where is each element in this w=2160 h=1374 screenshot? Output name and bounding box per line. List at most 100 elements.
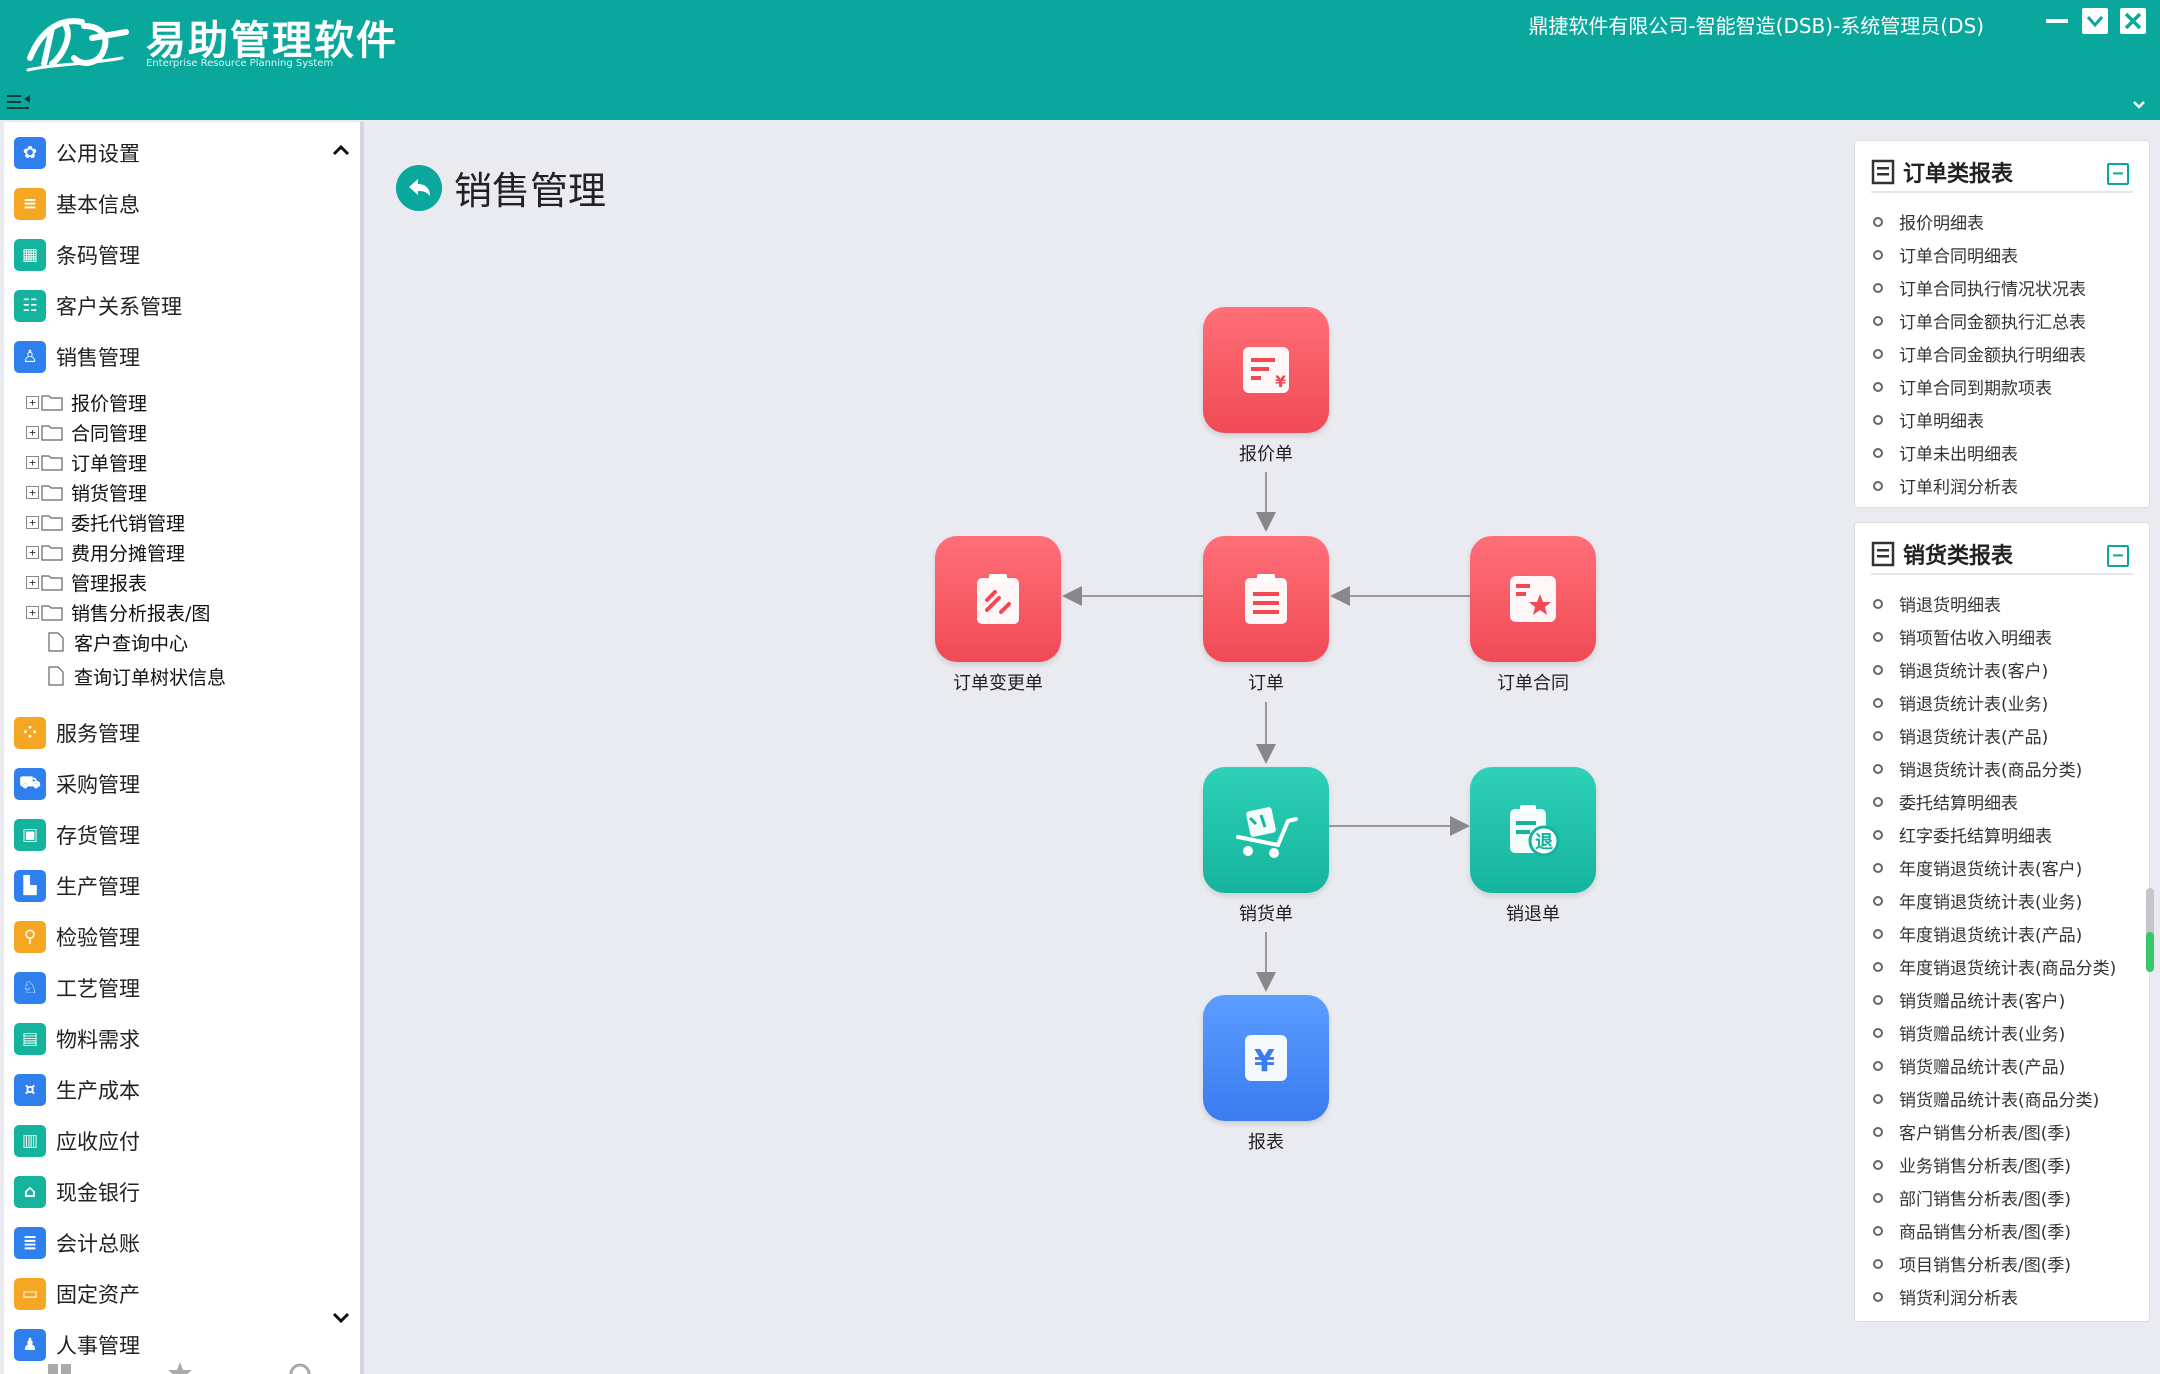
- report-link[interactable]: 商品销售分析表/图(季): [1873, 1214, 2116, 1247]
- report-link-label: 订单合同明细表: [1899, 247, 2018, 267]
- sidebar-item-barcode[interactable]: ▦ 条码管理: [14, 236, 140, 274]
- tree-item-management-reports[interactable]: + 管理报表: [26, 567, 147, 597]
- tree-item-quotation[interactable]: + 报价管理: [26, 387, 147, 417]
- flow-node-order-change[interactable]: [935, 536, 1061, 662]
- sidebar-item-cash-bank[interactable]: ⌂ 现金银行: [14, 1173, 140, 1211]
- sidebar-item-material[interactable]: ▤ 物料需求: [14, 1020, 140, 1058]
- report-link[interactable]: 销货赠品统计表(业务): [1873, 1016, 2116, 1049]
- chevron-down-icon[interactable]: [332, 1312, 350, 1324]
- sidebar-item-hr[interactable]: ♟ 人事管理: [14, 1326, 140, 1364]
- chevron-down-icon[interactable]: [2132, 100, 2146, 110]
- search-icon[interactable]: [286, 1362, 314, 1374]
- collapse-button[interactable]: [2107, 163, 2129, 185]
- report-link[interactable]: 红字委托结算明细表: [1873, 818, 2116, 851]
- sidebar-item-process[interactable]: ♘ 工艺管理: [14, 969, 140, 1007]
- sidebar-item-label: 生产管理: [56, 875, 140, 899]
- report-link-label: 销项暂估收入明细表: [1899, 629, 2052, 649]
- report-link-label: 年度销退货统计表(产品): [1899, 926, 2083, 946]
- report-link[interactable]: 订单合同执行情况状况表: [1873, 271, 2086, 304]
- sidebar-item-production-cost[interactable]: ¤ 生产成本: [14, 1071, 140, 1109]
- tree-item-order-tree[interactable]: 查询订单树状信息: [26, 661, 226, 691]
- report-link[interactable]: 订单合同金额执行汇总表: [1873, 304, 2086, 337]
- delivery-cart-icon: [1236, 807, 1298, 858]
- collapse-button[interactable]: [2107, 545, 2129, 567]
- flow-node-order[interactable]: [1203, 536, 1329, 662]
- expand-icon[interactable]: +: [26, 395, 39, 409]
- report-link[interactable]: 订单未出明细表: [1873, 436, 2086, 469]
- bullet-icon: [1873, 994, 1883, 1005]
- panel-scrollbar[interactable]: [2146, 888, 2154, 972]
- tree-item-delivery[interactable]: + 销货管理: [26, 477, 147, 507]
- sidebar-item-crm[interactable]: ☷ 客户关系管理: [14, 287, 182, 325]
- tree-item-cost-allocation[interactable]: + 费用分摊管理: [26, 537, 185, 567]
- report-link[interactable]: 业务销售分析表/图(季): [1873, 1148, 2116, 1181]
- sidebar-item-label: 现金银行: [56, 1181, 140, 1205]
- sidebar-item-service[interactable]: ⁘ 服务管理: [14, 714, 140, 752]
- sidebar-item-inventory[interactable]: ▣ 存货管理: [14, 816, 140, 854]
- report-link[interactable]: 项目销售分析表/图(季): [1873, 1247, 2116, 1280]
- sidebar-item-label: 采购管理: [56, 773, 140, 797]
- flow-node-delivery[interactable]: [1203, 767, 1329, 893]
- report-link[interactable]: 部门销售分析表/图(季): [1873, 1181, 2116, 1214]
- chevron-up-icon[interactable]: [332, 144, 350, 156]
- report-link[interactable]: 订单利润分析表: [1873, 469, 2086, 502]
- tree-item-customer-query[interactable]: 客户查询中心: [26, 627, 188, 657]
- flow-node-return[interactable]: 退: [1470, 767, 1596, 893]
- sidebar-item-purchase[interactable]: ⛟ 采购管理: [14, 765, 140, 803]
- expand-icon[interactable]: +: [26, 515, 39, 529]
- report-link[interactable]: 销货赠品统计表(客户): [1873, 983, 2116, 1016]
- report-link[interactable]: 年度销退货统计表(商品分类): [1873, 950, 2116, 983]
- sidebar-item-sales[interactable]: ♙ 销售管理: [14, 338, 140, 376]
- sidebar-item-inspection[interactable]: ⚲ 检验管理: [14, 918, 140, 956]
- report-link[interactable]: 委托结算明细表: [1873, 785, 2116, 818]
- report-link[interactable]: 销退货统计表(产品): [1873, 719, 2116, 752]
- tree-item-sales-analysis[interactable]: + 销售分析报表/图: [26, 597, 210, 627]
- report-link[interactable]: 销退货统计表(业务): [1873, 686, 2116, 719]
- report-link[interactable]: 销退货统计表(客户): [1873, 653, 2116, 686]
- sidebar-item-receivables[interactable]: ▥ 应收应付: [14, 1122, 140, 1160]
- sidebar-item-public-settings[interactable]: ✿ 公用设置: [14, 134, 140, 172]
- tree-item-consignment[interactable]: + 委托代销管理: [26, 507, 185, 537]
- report-link[interactable]: 订单合同到期款项表: [1873, 370, 2086, 403]
- report-link[interactable]: 年度销退货统计表(产品): [1873, 917, 2116, 950]
- sidebar-item-basic-info[interactable]: ≡ 基本信息: [14, 185, 140, 223]
- grid-icon[interactable]: [46, 1362, 74, 1374]
- return-clipboard-icon: 退: [1510, 805, 1560, 857]
- report-link[interactable]: 年度销退货统计表(客户): [1873, 851, 2116, 884]
- report-link[interactable]: 订单合同金额执行明细表: [1873, 337, 2086, 370]
- menu-toggle-icon[interactable]: [6, 92, 32, 112]
- expand-icon[interactable]: +: [26, 455, 39, 469]
- star-icon[interactable]: [166, 1362, 194, 1374]
- flow-node-report[interactable]: ¥: [1203, 995, 1329, 1121]
- close-button[interactable]: [2120, 8, 2146, 34]
- report-link[interactable]: 销退货明细表: [1873, 587, 2116, 620]
- report-link[interactable]: 订单合同明细表: [1873, 238, 2086, 271]
- scrollbar-thumb[interactable]: [2146, 932, 2154, 972]
- tree-item-order[interactable]: + 订单管理: [26, 447, 147, 477]
- report-link[interactable]: 销货赠品统计表(商品分类): [1873, 1082, 2116, 1115]
- report-link[interactable]: 报价明细表: [1873, 205, 2086, 238]
- report-link[interactable]: 订单明细表: [1873, 403, 2086, 436]
- expand-icon[interactable]: +: [26, 485, 39, 499]
- sidebar-item-label: 工艺管理: [56, 977, 140, 1001]
- report-link[interactable]: 年度销退货统计表(业务): [1873, 884, 2116, 917]
- report-link[interactable]: 客户销售分析表/图(季): [1873, 1115, 2116, 1148]
- flow-node-order-contract[interactable]: [1470, 536, 1596, 662]
- restore-button[interactable]: [2082, 8, 2108, 34]
- report-link[interactable]: 销货赠品统计表(产品): [1873, 1049, 2116, 1082]
- sidebar-item-ledger[interactable]: ≣ 会计总账: [14, 1224, 140, 1262]
- report-link-label: 销退货统计表(客户): [1899, 662, 2049, 682]
- minimize-button[interactable]: [2044, 8, 2070, 34]
- flow-node-quotation[interactable]: ¥: [1203, 307, 1329, 433]
- expand-icon[interactable]: +: [26, 605, 39, 619]
- report-link[interactable]: 销货利润分析表: [1873, 1280, 2116, 1313]
- tree-item-contract[interactable]: + 合同管理: [26, 417, 147, 447]
- expand-icon[interactable]: +: [26, 545, 39, 559]
- report-link[interactable]: 销项暂估收入明细表: [1873, 620, 2116, 653]
- sidebar-item-production[interactable]: ▙ 生产管理: [14, 867, 140, 905]
- back-arrow-icon[interactable]: [396, 164, 442, 211]
- sidebar-item-fixed-assets[interactable]: ▭ 固定资产: [14, 1275, 140, 1313]
- report-link[interactable]: 销退货统计表(商品分类): [1873, 752, 2116, 785]
- expand-icon[interactable]: +: [26, 575, 39, 589]
- expand-icon[interactable]: +: [26, 425, 39, 439]
